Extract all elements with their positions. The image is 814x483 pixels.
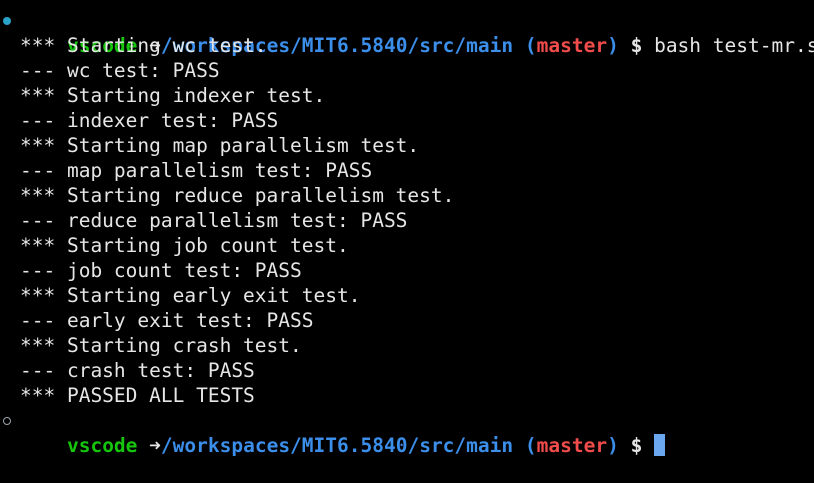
- output-line: --- crash test: PASS: [20, 359, 255, 382]
- prompt-line-2[interactable]: vscode ➜/workspaces/MIT6.5840/src/main (…: [0, 408, 814, 457]
- git-branch: master: [536, 434, 608, 457]
- command-status-dot-icon[interactable]: [3, 17, 11, 25]
- output-line: *** Starting reduce parallelism test.: [20, 184, 455, 207]
- terminal-cursor[interactable]: [654, 434, 666, 456]
- prompt-path: /workspaces/MIT6.5840/src/main: [160, 434, 514, 457]
- output-line: *** Starting crash test.: [20, 334, 302, 357]
- output-line: --- early exit test: PASS: [20, 309, 314, 332]
- git-paren-open: (: [524, 434, 537, 457]
- output-line: *** Starting map parallelism test.: [20, 134, 420, 157]
- prompt-line-1: vscode ➜/workspaces/MIT6.5840/src/main (…: [0, 8, 814, 57]
- output-line: --- wc test: PASS: [20, 59, 220, 82]
- output-line: *** Starting indexer test.: [20, 84, 326, 107]
- git-paren-close: ): [607, 434, 619, 457]
- terminal-window[interactable]: vscode ➜/workspaces/MIT6.5840/src/main (…: [0, 0, 814, 457]
- prompt-dollar: $: [630, 434, 643, 457]
- prompt-arrow-icon: ➜: [149, 434, 161, 457]
- output-line: --- indexer test: PASS: [20, 109, 279, 132]
- output-line: --- map parallelism test: PASS: [20, 159, 373, 182]
- output-line: --- reduce parallelism test: PASS: [20, 209, 408, 232]
- output-line: *** Starting job count test.: [20, 234, 349, 257]
- output-line: *** Starting wc test.: [20, 34, 267, 57]
- output-line: *** Starting early exit test.: [20, 284, 361, 307]
- output-line: --- job count test: PASS: [20, 259, 302, 282]
- output-line: *** PASSED ALL TESTS: [20, 384, 255, 407]
- prompt-user: vscode: [66, 434, 138, 457]
- command-status-dot-icon: [3, 417, 11, 425]
